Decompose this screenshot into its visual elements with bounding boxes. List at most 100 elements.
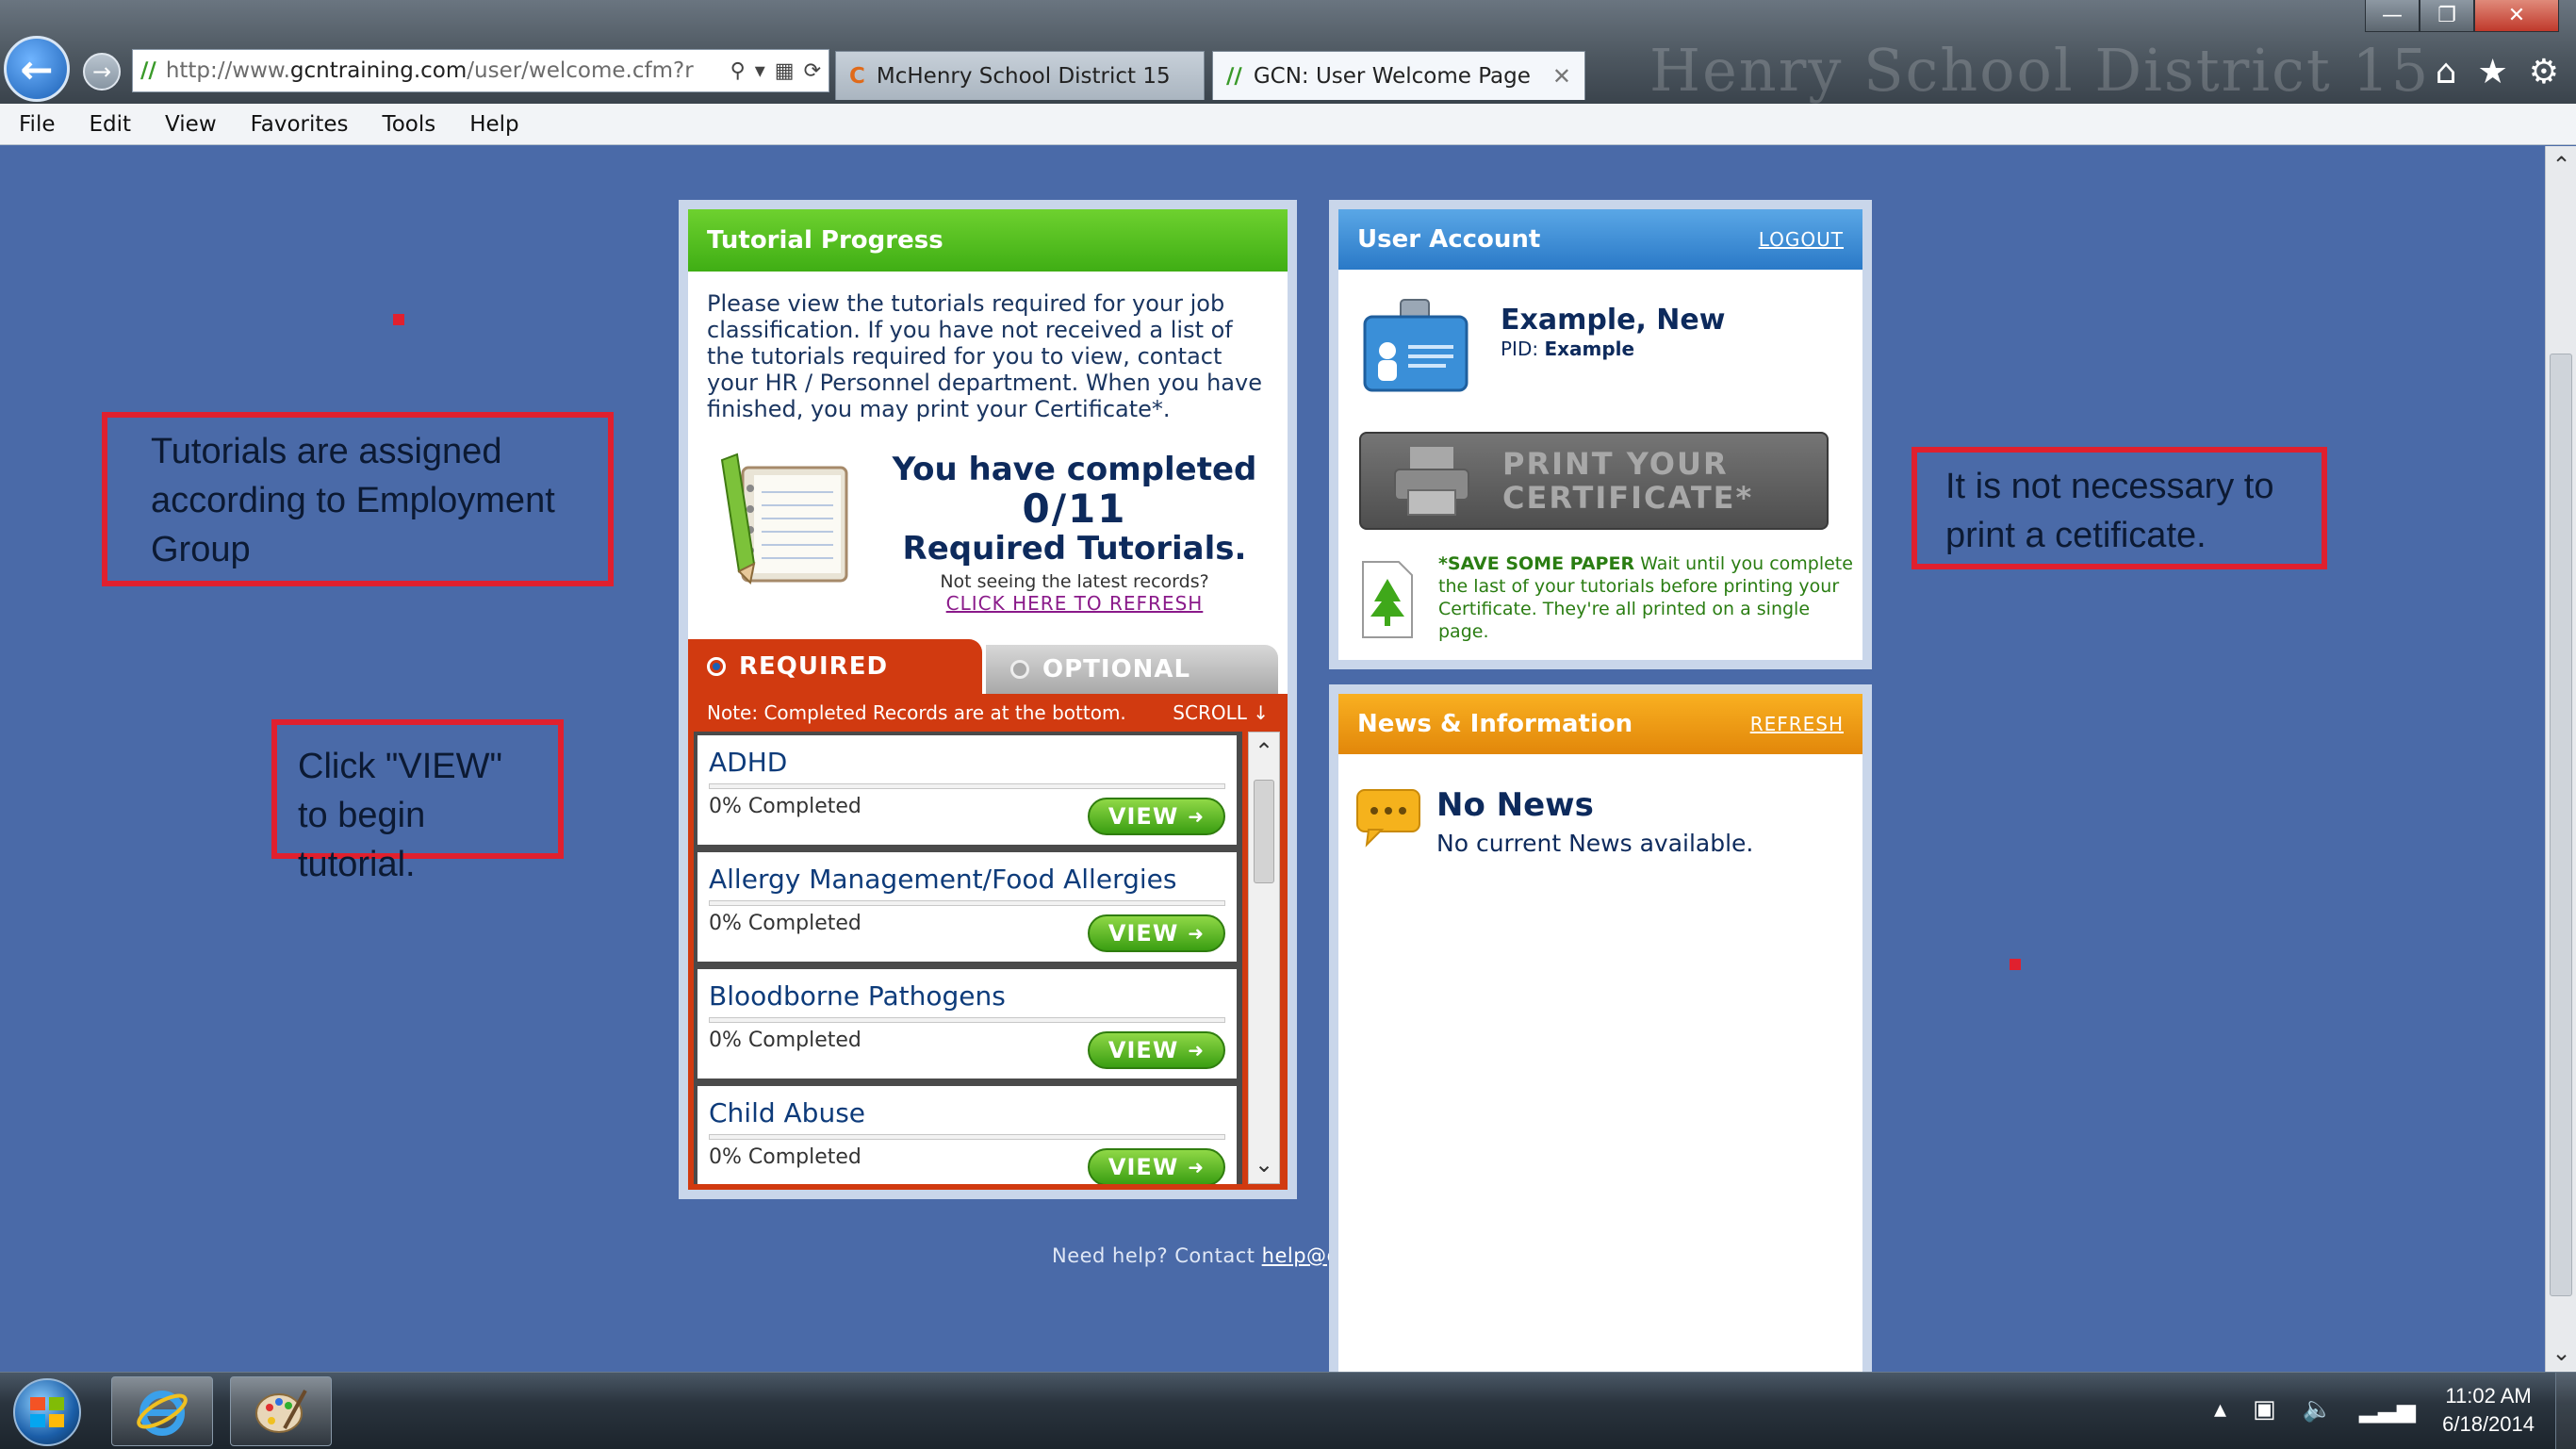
news-panel: News & Information REFRESH No News No cu… <box>1329 684 1872 1382</box>
tutorial-list-frame: ADHD 0% Completed VIEW ➜ Allergy Manageme… <box>688 732 1288 1190</box>
tutorial-intro-text: Please view the tutorials required for y… <box>707 290 1262 422</box>
address-bar-actions: ⚲ ▾ ▦ ⟳ <box>730 59 821 83</box>
tutorial-list-scrollbar[interactable]: ⌃ ⌄ <box>1248 732 1280 1184</box>
tutorial-progress-bar <box>709 1017 1225 1023</box>
tutorial-title: ADHD <box>709 747 788 778</box>
arrow-right-icon: ➜ <box>1188 1156 1206 1178</box>
news-subtitle: No current News available. <box>1436 830 1754 857</box>
print-certificate-label: PRINT YOUR CERTIFICATE* <box>1502 446 1754 516</box>
refresh-records-link[interactable]: CLICK HERE TO REFRESH <box>877 592 1272 615</box>
menu-file[interactable]: File <box>19 112 56 137</box>
tab-mchenry-district[interactable]: C McHenry School District 15 <box>835 51 1205 100</box>
system-tray: ▴ ▣ 🔈 ▂▃▅ <box>2214 1395 2416 1424</box>
show-desktop-button[interactable] <box>2555 1373 2576 1449</box>
network-adapter-icon[interactable]: ▣ <box>2253 1395 2276 1424</box>
address-url[interactable]: http://www.gcntraining.com/user/welcome.… <box>166 58 723 83</box>
taskbar-paint[interactable] <box>230 1376 332 1446</box>
help-contact: Need help? Contact help@g <box>1052 1244 1340 1267</box>
forward-button[interactable]: → <box>83 53 121 91</box>
titlebar-watermark: Henry School District 15 <box>1649 36 2431 105</box>
tutorial-item-bloodborne: Bloodborne Pathogens 0% Completed VIEW ➜ <box>697 969 1237 1079</box>
menu-edit[interactable]: Edit <box>90 112 132 137</box>
tab-optional[interactable]: OPTIONAL <box>986 645 1278 694</box>
tutorial-progress-bar <box>709 783 1225 789</box>
annotation-click-view: Click "VIEW" to begin tutorial. <box>271 719 564 884</box>
windows-taskbar: ▴ ▣ 🔈 ▂▃▅ 11:02 AM 6/18/2014 <box>0 1372 2576 1449</box>
back-button[interactable]: ← <box>4 36 70 102</box>
scrollbar-thumb[interactable] <box>2550 354 2572 1296</box>
address-bar[interactable]: ∕∕ http://www.gcntraining.com/user/welco… <box>132 49 829 92</box>
tutorial-list: ADHD 0% Completed VIEW ➜ Allergy Manageme… <box>694 732 1242 1184</box>
taskbar-clock[interactable]: 11:02 AM 6/18/2014 <box>2442 1382 2535 1439</box>
news-header: News & Information REFRESH <box>1338 694 1862 754</box>
annotation-marker-dot <box>393 314 404 325</box>
browser-toolbar-icons: ⌂ ★ ⚙ <box>2436 53 2559 91</box>
tutorial-item-allergy: Allergy Management/Food Allergies 0% Com… <box>697 852 1237 962</box>
list-scroll-thumb[interactable] <box>1254 780 1274 883</box>
internet-explorer-icon <box>137 1391 188 1436</box>
tutorial-progress-bar <box>709 900 1225 906</box>
taskbar-internet-explorer[interactable] <box>111 1376 213 1446</box>
menu-tools[interactable]: Tools <box>383 112 436 137</box>
close-window-button[interactable]: ✕ <box>2474 0 2559 32</box>
start-button[interactable] <box>13 1378 81 1446</box>
completed-note: Note: Completed Records are at the botto… <box>707 701 1126 724</box>
view-button[interactable]: VIEW ➜ <box>1088 914 1225 952</box>
dropdown-icon[interactable]: ▾ <box>755 59 765 83</box>
list-scroll-up-icon[interactable]: ⌃ <box>1249 733 1279 770</box>
view-button[interactable]: VIEW ➜ <box>1088 1148 1225 1184</box>
user-account-panel: User Account LOGOUT Example, New PID: Ex… <box>1329 200 1872 669</box>
tab-label: McHenry School District 15 <box>876 63 1171 89</box>
search-icon[interactable]: ⚲ <box>730 59 746 83</box>
menu-favorites[interactable]: Favorites <box>251 112 349 137</box>
clock-time: 11:02 AM <box>2445 1384 2532 1408</box>
restore-button[interactable]: ❐ <box>2420 0 2474 32</box>
print-certificate-button[interactable]: PRINT YOUR CERTIFICATE* <box>1359 432 1829 530</box>
refresh-icon[interactable]: ⟳ <box>804 59 821 83</box>
view-button[interactable]: VIEW ➜ <box>1088 798 1225 835</box>
tab-gcn-welcome[interactable]: ∕∕ GCN: User Welcome Page ✕ <box>1212 51 1585 100</box>
required-tutorials-label: Required Tutorials. <box>902 530 1247 568</box>
arrow-right-icon: ➜ <box>1188 1039 1206 1062</box>
forward-arrow-icon: → <box>91 58 112 85</box>
tab-required[interactable]: REQUIRED <box>688 639 982 694</box>
completed-count: 0/11 <box>1022 486 1127 532</box>
list-scroll-down-icon[interactable]: ⌄ <box>1249 1145 1279 1183</box>
id-badge-icon <box>1363 299 1468 392</box>
scroll-hint[interactable]: SCROLL ↓ <box>1173 701 1269 724</box>
tutorial-title: Allergy Management/Food Allergies <box>709 864 1177 895</box>
logout-link[interactable]: LOGOUT <box>1759 228 1844 251</box>
notebook-pencil-icon <box>720 453 848 585</box>
settings-gear-icon[interactable]: ⚙ <box>2529 53 2559 91</box>
menu-view[interactable]: View <box>165 112 217 137</box>
help-email-link[interactable]: help@g <box>1262 1244 1340 1267</box>
news-title: No News <box>1436 786 1594 824</box>
tab-close-icon[interactable]: ✕ <box>1552 63 1571 90</box>
tab-favicon-icon: ∕∕ <box>1226 63 1242 89</box>
show-hidden-icons-icon[interactable]: ▴ <box>2214 1395 2226 1424</box>
user-account-header: User Account LOGOUT <box>1338 209 1862 270</box>
window-controls: — ❐ ✕ <box>2365 0 2559 32</box>
site-favicon-icon: ∕∕ <box>140 58 156 83</box>
annotation-certificate-not-needed: It is not necessary to print a cetificat… <box>1911 447 2327 569</box>
tree-page-icon <box>1362 561 1413 638</box>
save-paper-notice: *SAVE SOME PAPER Wait until you complete… <box>1359 552 1853 647</box>
tutorial-progress-bar <box>709 1134 1225 1140</box>
minimize-button[interactable]: — <box>2365 0 2420 32</box>
annotation-marker-dot <box>2010 959 2021 970</box>
page-scrollbar[interactable]: ⌃ ⌄ <box>2545 146 2576 1372</box>
compatibility-view-icon[interactable]: ▦ <box>775 59 795 83</box>
favorites-star-icon[interactable]: ★ <box>2477 53 2507 91</box>
signal-bars-icon[interactable]: ▂▃▅ <box>2359 1395 2416 1424</box>
user-name: Example, New <box>1501 304 1726 337</box>
news-refresh-link[interactable]: REFRESH <box>1750 713 1844 735</box>
scroll-up-icon[interactable]: ⌃ <box>2546 146 2576 184</box>
scroll-down-icon[interactable]: ⌄ <box>2546 1334 2576 1372</box>
chat-bubble-icon <box>1356 789 1420 848</box>
tutorial-progress-header: Tutorial Progress <box>688 209 1288 272</box>
home-icon[interactable]: ⌂ <box>2436 53 2457 91</box>
menu-help[interactable]: Help <box>469 112 518 137</box>
view-button[interactable]: VIEW ➜ <box>1088 1031 1225 1069</box>
volume-icon[interactable]: 🔈 <box>2303 1395 2333 1424</box>
user-pid: PID: Example <box>1501 338 1635 360</box>
